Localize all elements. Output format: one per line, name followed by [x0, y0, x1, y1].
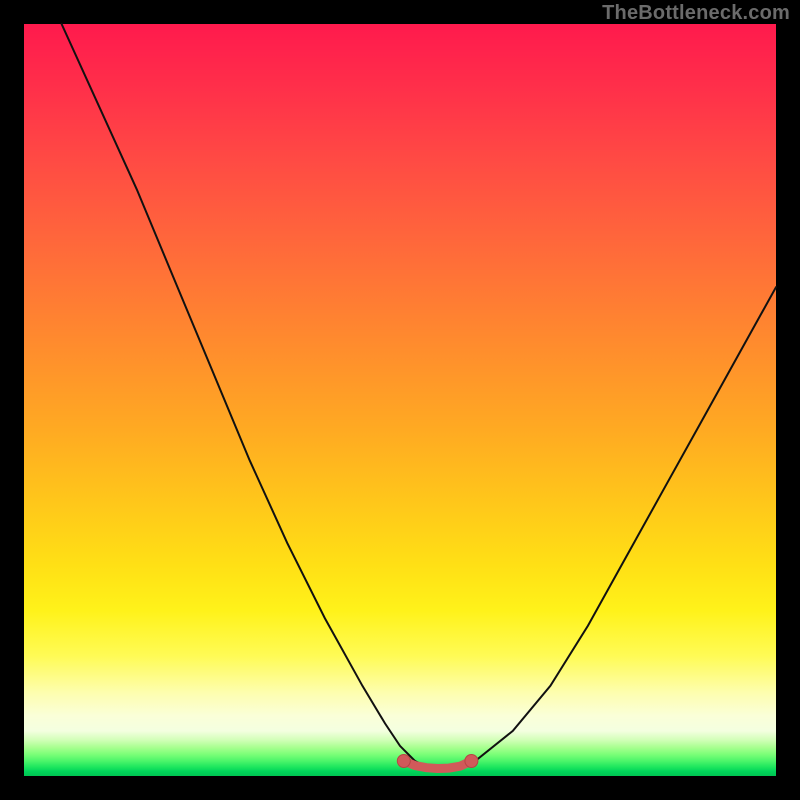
bottleneck-curve — [62, 24, 776, 769]
chart-overlay — [24, 24, 776, 776]
sweet-spot-marker — [397, 755, 410, 768]
chart-frame: TheBottleneck.com — [0, 0, 800, 800]
sweet-spot-marker — [465, 755, 478, 768]
sweet-spot-band — [404, 761, 472, 769]
watermark-text: TheBottleneck.com — [602, 2, 790, 25]
